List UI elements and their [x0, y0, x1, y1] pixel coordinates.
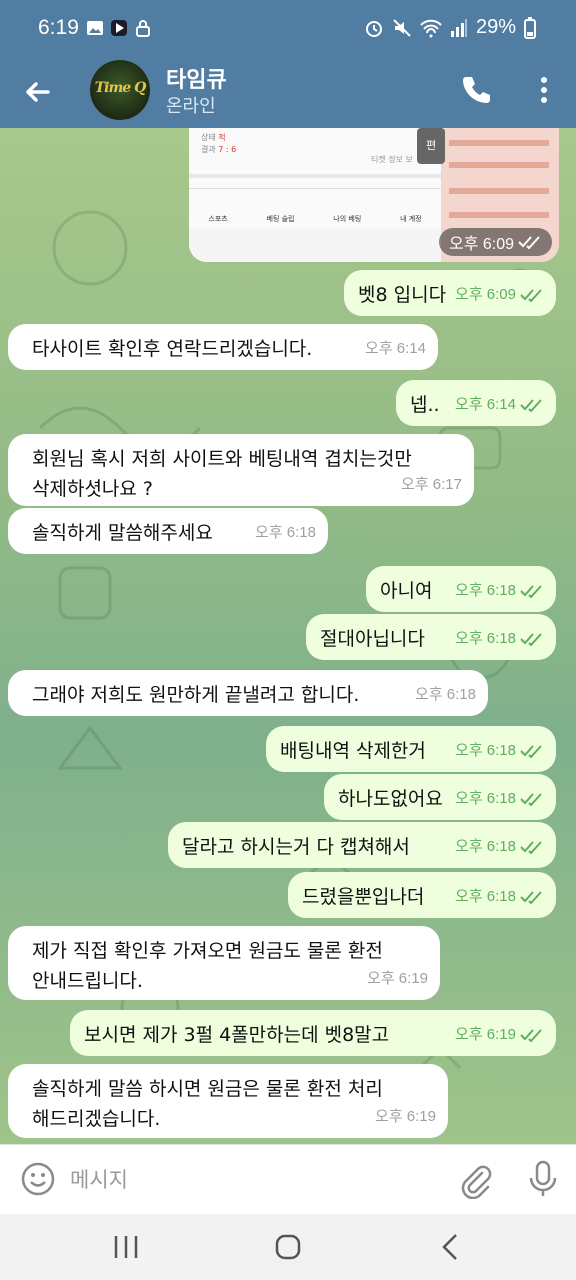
message-time: 오후 6:18	[455, 882, 544, 912]
message-time: 오후 6:18	[455, 736, 544, 766]
status-value: 적	[218, 133, 226, 142]
double-check-icon	[520, 841, 542, 854]
battery-percent: 29%	[475, 16, 516, 38]
mute-icon	[393, 18, 411, 37]
alarm-icon	[365, 20, 382, 37]
mic-icon[interactable]	[524, 1159, 562, 1199]
message-time: 오후 6:14	[365, 340, 426, 357]
message-text: 달라고 하시는거 다 캡쳐해서	[182, 836, 410, 858]
message-input[interactable]	[70, 1163, 430, 1197]
message-bubble-out[interactable]: 드렸을뿐입나더 오후 6:18	[288, 872, 556, 918]
double-check-icon	[520, 399, 542, 412]
back-arrow-icon[interactable]	[18, 72, 58, 112]
play-icon	[111, 20, 127, 36]
message-bubble-out[interactable]: 절대아닙니다 오후 6:18	[306, 614, 556, 660]
tab-betslip: 베팅 슬립	[266, 215, 295, 223]
message-time: 오후 6:18	[455, 832, 544, 862]
double-check-icon	[520, 633, 542, 646]
lock-icon	[136, 20, 150, 37]
wifi-icon	[420, 19, 442, 37]
emoji-icon[interactable]	[20, 1161, 56, 1197]
system-nav-bar	[0, 1214, 576, 1280]
message-time: 오후 6:19	[455, 1020, 544, 1050]
message-time: 오후 6:18	[455, 784, 544, 814]
chat-area[interactable]: 상태 적 결과 7 : 6 티켓 정보 보 스포츠 베팅 슬립 나의 베팅 내 …	[0, 128, 576, 1144]
message-bubble-out[interactable]: 벳8 입니다 오후 6:09	[344, 270, 556, 316]
ticket-info-label: 티켓 정보 보	[371, 155, 413, 164]
message-text: 타사이트 확인후 연락드리겠습니다.	[32, 338, 313, 360]
double-check-icon	[518, 236, 540, 249]
message-text: 넵..	[410, 394, 440, 416]
message-text: 절대아닙니다	[320, 628, 425, 650]
message-bubble-in[interactable]: 그래야 저희도 원만하게 끝낼려고 합니다. 오후 6:18	[8, 670, 488, 716]
message-bubble-out[interactable]: 넵.. 오후 6:14	[396, 380, 556, 426]
chat-title[interactable]: 타임큐	[166, 62, 227, 94]
battery-icon	[524, 16, 536, 39]
phone-icon[interactable]	[458, 72, 494, 108]
signal-icon	[450, 18, 467, 37]
double-check-icon	[520, 793, 542, 806]
message-text: 배팅내역 삭제한거	[280, 740, 426, 762]
double-check-icon	[520, 1029, 542, 1042]
more-vert-icon[interactable]	[526, 72, 562, 108]
gallery-icon	[87, 21, 103, 35]
tab-sports: 스포츠	[208, 215, 228, 223]
message-time: 오후 6:19	[375, 1108, 436, 1125]
double-check-icon	[520, 745, 542, 758]
message-bubble-in[interactable]: 회원님 혹시 저희 사이트와 베팅내역 겹치는것만 삭제하셧나요 ? 오후 6:1…	[8, 434, 474, 506]
message-bubble-in[interactable]: 솔직하게 말씀해주세요 오후 6:18	[8, 508, 328, 554]
chat-status: 온라인	[166, 96, 216, 117]
message-text: 솔직하게 말씀 하시면 원금은 물론 환전 처리 해드리겠습니다.	[32, 1078, 383, 1130]
status-bar: 6:19 29%	[0, 0, 576, 56]
message-bubble-out[interactable]: 달라고 하시는거 다 캡쳐해서 오후 6:18	[168, 822, 556, 868]
home-icon[interactable]	[268, 1230, 308, 1264]
chat-header: Time Q 타임큐 온라인	[0, 56, 576, 128]
status-time: 6:19	[38, 16, 79, 39]
nav-back-icon[interactable]	[430, 1230, 470, 1264]
tab-account: 내 계정	[400, 215, 422, 223]
message-time: 오후 6:18	[455, 576, 544, 606]
side-label: 편	[425, 139, 437, 152]
result-value: 7 : 6	[218, 145, 237, 154]
message-time: 오후 6:19	[367, 970, 428, 987]
message-bubble-in[interactable]: 제가 직접 확인후 가져오면 원금도 물론 환전 안내드립니다. 오후 6:19	[8, 926, 440, 1000]
message-bubble-out[interactable]: 하나도없어요 오후 6:18	[324, 774, 556, 820]
message-text: 벳8 입니다	[358, 284, 447, 306]
message-time: 오후 6:17	[401, 476, 462, 493]
message-bubble-in[interactable]: 타사이트 확인후 연락드리겠습니다. 오후 6:14	[8, 324, 438, 370]
avatar[interactable]: Time Q	[90, 60, 150, 120]
message-bubble-in[interactable]: 솔직하게 말씀 하시면 원금은 물론 환전 처리 해드리겠습니다. 오후 6:19	[8, 1064, 448, 1138]
screenshot-preview: 상태 적 결과 7 : 6 티켓 정보 보 스포츠 베팅 슬립 나의 베팅 내 …	[189, 128, 441, 262]
double-check-icon	[520, 891, 542, 904]
message-bubble-out[interactable]: 보시면 제가 3펄 4폴만하는데 벳8말고 오후 6:19	[70, 1010, 556, 1056]
message-text: 회원님 혹시 저희 사이트와 베팅내역 겹치는것만 삭제하셧나요 ?	[32, 448, 412, 500]
message-bubble-out[interactable]: 배팅내역 삭제한거 오후 6:18	[266, 726, 556, 772]
double-check-icon	[520, 585, 542, 598]
message-time: 오후 6:14	[455, 390, 544, 420]
message-text: 솔직하게 말씀해주세요	[32, 522, 213, 544]
double-check-icon	[520, 289, 542, 302]
message-time: 오후 6:09	[455, 280, 544, 310]
image-message-time: 오후 6:09	[439, 228, 553, 256]
message-text: 드렸을뿐입나더	[302, 886, 425, 908]
tab-mybets: 나의 베팅	[333, 215, 362, 223]
message-text: 하나도없어요	[338, 788, 443, 810]
message-input-bar	[0, 1144, 576, 1214]
message-text: 그래야 저희도 원만하게 끝낼려고 합니다.	[32, 684, 360, 706]
message-time: 오후 6:18	[455, 624, 544, 654]
message-text: 보시면 제가 3펄 4폴만하는데 벳8말고	[84, 1024, 390, 1046]
avatar-logo-text: Time Q	[94, 80, 147, 96]
message-text: 제가 직접 확인후 가져오면 원금도 물론 환전 안내드립니다.	[32, 940, 383, 992]
recents-icon[interactable]	[106, 1230, 146, 1264]
message-bubble-out[interactable]: 아니여 오후 6:18	[366, 566, 556, 612]
result-label: 결과	[201, 145, 216, 154]
status-label: 상태	[201, 133, 216, 142]
attach-icon[interactable]	[456, 1161, 494, 1199]
message-time: 오후 6:18	[255, 524, 316, 541]
message-time: 오후 6:18	[415, 686, 476, 703]
message-text: 아니여	[380, 580, 433, 602]
